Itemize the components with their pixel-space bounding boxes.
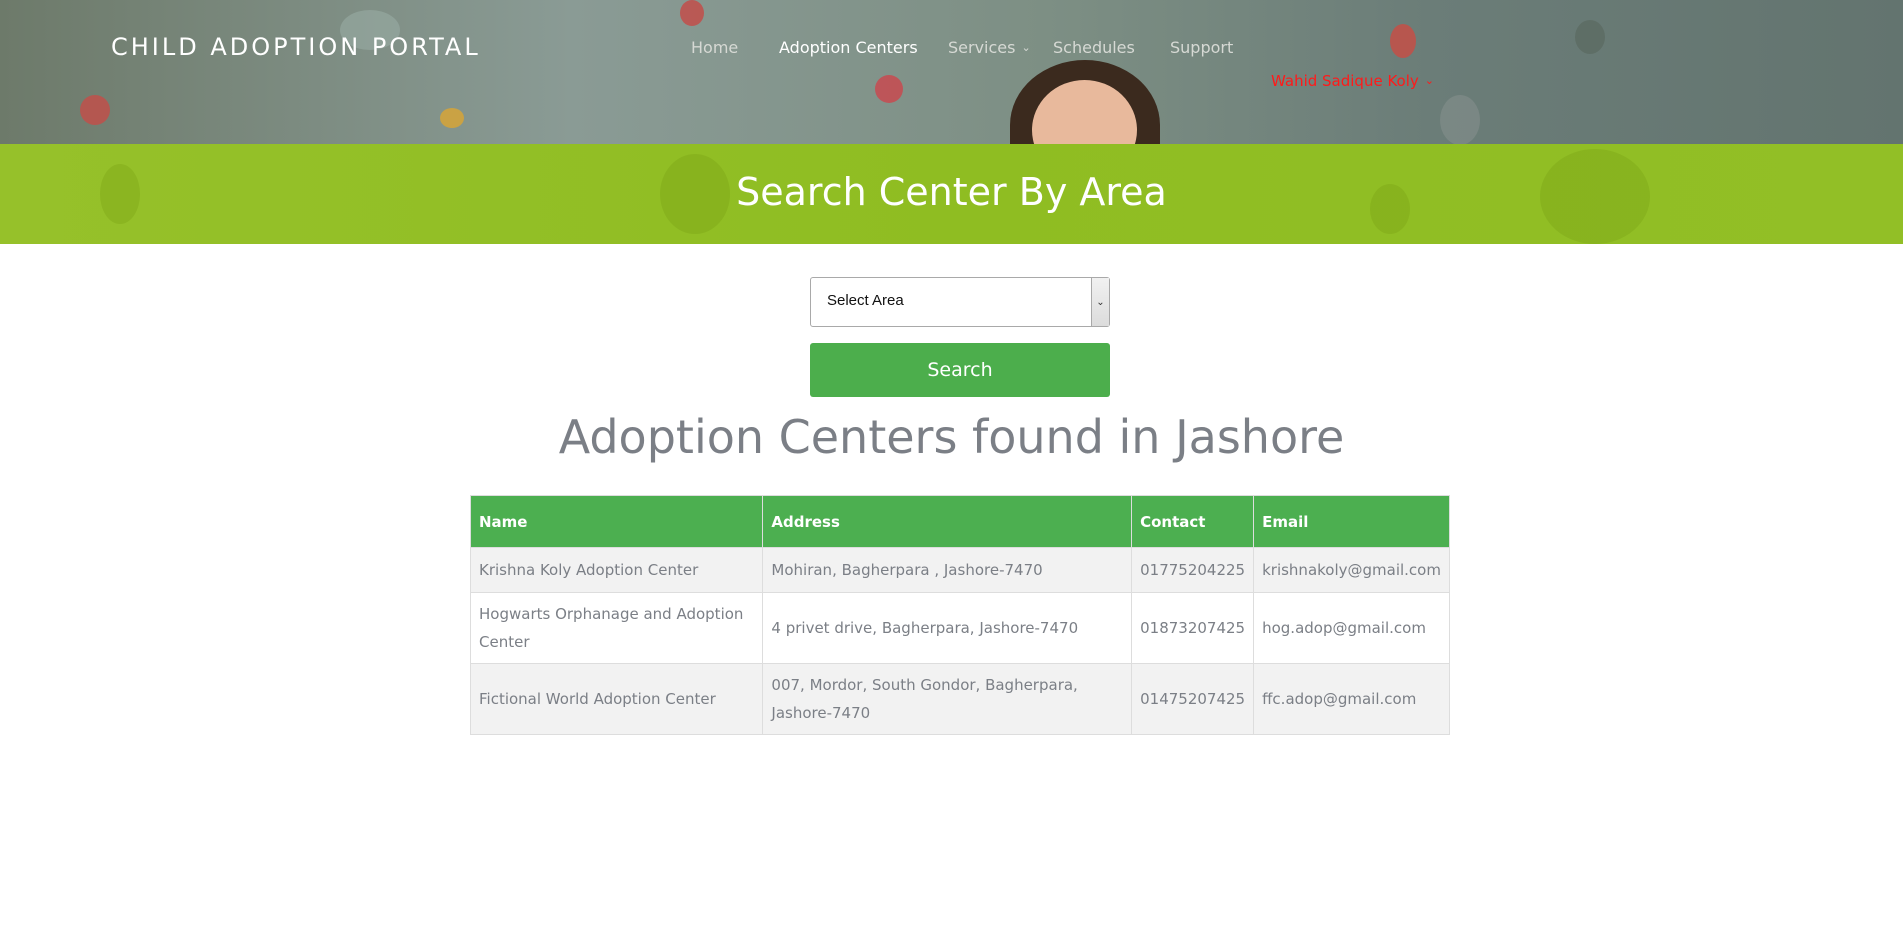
main-nav: Home Adoption Centers Services ⌄ Schedule… [0, 38, 1903, 60]
page-banner: Search Center By Area [0, 144, 1903, 244]
nav-schedules[interactable]: Schedules [1053, 38, 1135, 57]
cell-address: 4 privet drive, Bagherpara, Jashore-7470 [762, 592, 1133, 664]
cell-contact: 01873207425 [1131, 592, 1255, 664]
nav-home[interactable]: Home [691, 38, 738, 57]
cell-address: Mohiran, Bagherpara , Jashore-7470 [762, 547, 1133, 593]
cell-name: Krishna Koly Adoption Center [469, 547, 764, 593]
nav-adoption-centers[interactable]: Adoption Centers [779, 38, 918, 57]
nav-services-label: Services [948, 38, 1016, 57]
cell-name: Fictional World Adoption Center [469, 663, 764, 735]
cell-address: 007, Mordor, South Gondor, Bagherpara, J… [762, 663, 1133, 735]
chevron-down-icon[interactable]: ⌄ [1091, 278, 1109, 326]
table-row: Hogwarts Orphanage and Adoption Center 4… [469, 592, 1450, 664]
page-title: Search Center By Area [736, 170, 1167, 214]
user-menu[interactable]: Wahid Sadique Koly ⌄ [1271, 72, 1434, 90]
table-row: Fictional World Adoption Center 007, Mor… [469, 663, 1450, 735]
cell-contact: 01475207425 [1131, 663, 1255, 735]
table-row: Krishna Koly Adoption Center Mohiran, Ba… [469, 547, 1450, 593]
results-table: Name Address Contact Email Krishna Koly … [469, 495, 1450, 735]
chevron-down-icon: ⌄ [1021, 41, 1031, 54]
table-header-row: Name Address Contact Email [469, 495, 1450, 548]
results-title: Adoption Centers found in Jashore [558, 410, 1345, 464]
decor-balloon [875, 75, 903, 103]
chevron-down-icon: ⌄ [1424, 74, 1434, 87]
cell-contact: 01775204225 [1131, 547, 1255, 593]
decor-balloon [440, 108, 464, 128]
cell-email: krishnakoly@gmail.com [1253, 547, 1450, 593]
nav-support[interactable]: Support [1170, 38, 1233, 57]
column-header-contact: Contact [1131, 495, 1255, 548]
decor-balloon [680, 0, 704, 26]
cell-email: hog.adop@gmail.com [1253, 592, 1450, 664]
area-select-value: Select Area [827, 292, 904, 309]
column-header-address: Address [762, 495, 1133, 548]
cell-name: Hogwarts Orphanage and Adoption Center [469, 592, 764, 664]
user-name: Wahid Sadique Koly [1271, 72, 1419, 90]
column-header-email: Email [1253, 495, 1450, 548]
decor-balloon [80, 95, 110, 125]
area-select[interactable]: Select Area ⌄ [810, 277, 1110, 327]
decor-balloon [1440, 95, 1480, 144]
cell-email: ffc.adop@gmail.com [1253, 663, 1450, 735]
nav-services[interactable]: Services ⌄ [948, 38, 1031, 57]
column-header-name: Name [469, 495, 764, 548]
hero-header: CHILD ADOPTION PORTAL Home Adoption Cent… [0, 0, 1903, 144]
search-button[interactable]: Search [810, 343, 1110, 397]
